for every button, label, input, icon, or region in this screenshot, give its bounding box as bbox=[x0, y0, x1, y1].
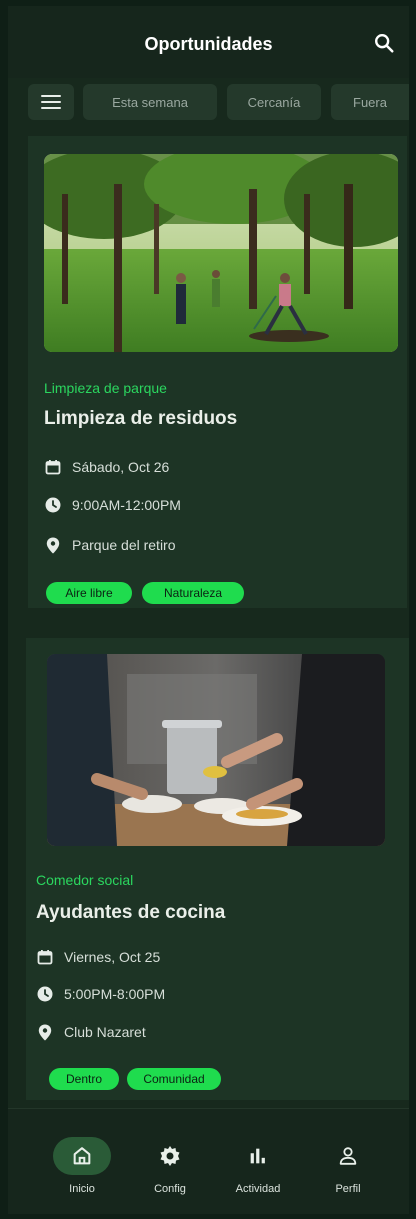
card-title: Ayudantes de cocina bbox=[36, 902, 226, 923]
search-button[interactable] bbox=[371, 30, 397, 56]
menu-button[interactable] bbox=[28, 84, 74, 120]
tag-community[interactable]: Comunidad bbox=[127, 1068, 221, 1090]
page-title: Oportunidades bbox=[144, 34, 273, 54]
person-icon bbox=[339, 1147, 357, 1165]
card-location: Club Nazaret bbox=[36, 1021, 146, 1043]
card-date-text: Sábado, Oct 26 bbox=[72, 459, 170, 475]
park-cleanup-photo bbox=[44, 154, 398, 352]
card-category: Comedor social bbox=[36, 872, 134, 888]
filter-bar: Esta semana Cercanía Fuera bbox=[8, 84, 409, 124]
clock-icon bbox=[44, 496, 62, 514]
nav-label: Inicio bbox=[69, 1183, 95, 1195]
app-header: Oportunidades bbox=[8, 6, 409, 78]
app-screen: Oportunidades Esta semana Cercanía Fuera bbox=[8, 6, 409, 1214]
card-title: Limpieza de residuos bbox=[44, 408, 238, 429]
menu-icon bbox=[41, 95, 61, 109]
card-date: Sábado, Oct 26 bbox=[44, 456, 169, 478]
nav-label: Config bbox=[154, 1183, 186, 1195]
clock-icon bbox=[36, 985, 54, 1003]
tag-outdoor[interactable]: Aire libre bbox=[46, 582, 132, 604]
card-date-text: Viernes, Oct 25 bbox=[64, 949, 161, 965]
filter-chip-nearby[interactable]: Cercanía bbox=[227, 84, 321, 120]
card-time-text: 9:00AM-12:00PM bbox=[72, 497, 181, 513]
tag-nature[interactable]: Naturaleza bbox=[142, 582, 244, 604]
card-time: 5:00PM-8:00PM bbox=[36, 983, 165, 1005]
opportunity-card[interactable]: Comedor social Ayudantes de cocina Viern… bbox=[26, 638, 409, 1100]
home-icon bbox=[73, 1147, 91, 1165]
filter-chip-this-week[interactable]: Esta semana bbox=[83, 84, 217, 120]
nav-label: Actividad bbox=[235, 1183, 281, 1195]
gear-icon bbox=[160, 1146, 180, 1166]
nav-item-perfil[interactable]: Perfil bbox=[308, 1137, 388, 1207]
search-icon bbox=[375, 34, 394, 53]
calendar-icon bbox=[36, 948, 54, 966]
location-pin-icon bbox=[36, 1023, 54, 1041]
card-time-text: 5:00PM-8:00PM bbox=[64, 986, 166, 1002]
card-location-text: Parque del retiro bbox=[72, 537, 176, 553]
filter-chip-outside[interactable]: Fuera bbox=[331, 84, 409, 120]
location-pin-icon bbox=[44, 536, 62, 554]
card-category: Limpieza de parque bbox=[44, 380, 167, 396]
nav-label: Perfil bbox=[335, 1183, 361, 1195]
bottom-navigation: Inicio Config Actividad Perfil bbox=[8, 1108, 409, 1214]
card-date: Viernes, Oct 25 bbox=[36, 946, 160, 968]
calendar-icon bbox=[44, 458, 62, 476]
bar-chart-icon bbox=[250, 1148, 265, 1164]
card-time: 9:00AM-12:00PM bbox=[44, 494, 181, 516]
nav-item-inicio[interactable]: Inicio bbox=[42, 1137, 122, 1207]
card-location: Parque del retiro bbox=[44, 534, 176, 556]
opportunity-card[interactable]: Limpieza de parque Limpieza de residuos … bbox=[28, 136, 407, 608]
card-location-text: Club Nazaret bbox=[64, 1024, 146, 1040]
nav-item-config[interactable]: Config bbox=[130, 1137, 210, 1207]
nav-item-actividad[interactable]: Actividad bbox=[218, 1137, 298, 1207]
tag-indoor[interactable]: Dentro bbox=[49, 1068, 119, 1090]
kitchen-helpers-photo bbox=[47, 654, 385, 846]
